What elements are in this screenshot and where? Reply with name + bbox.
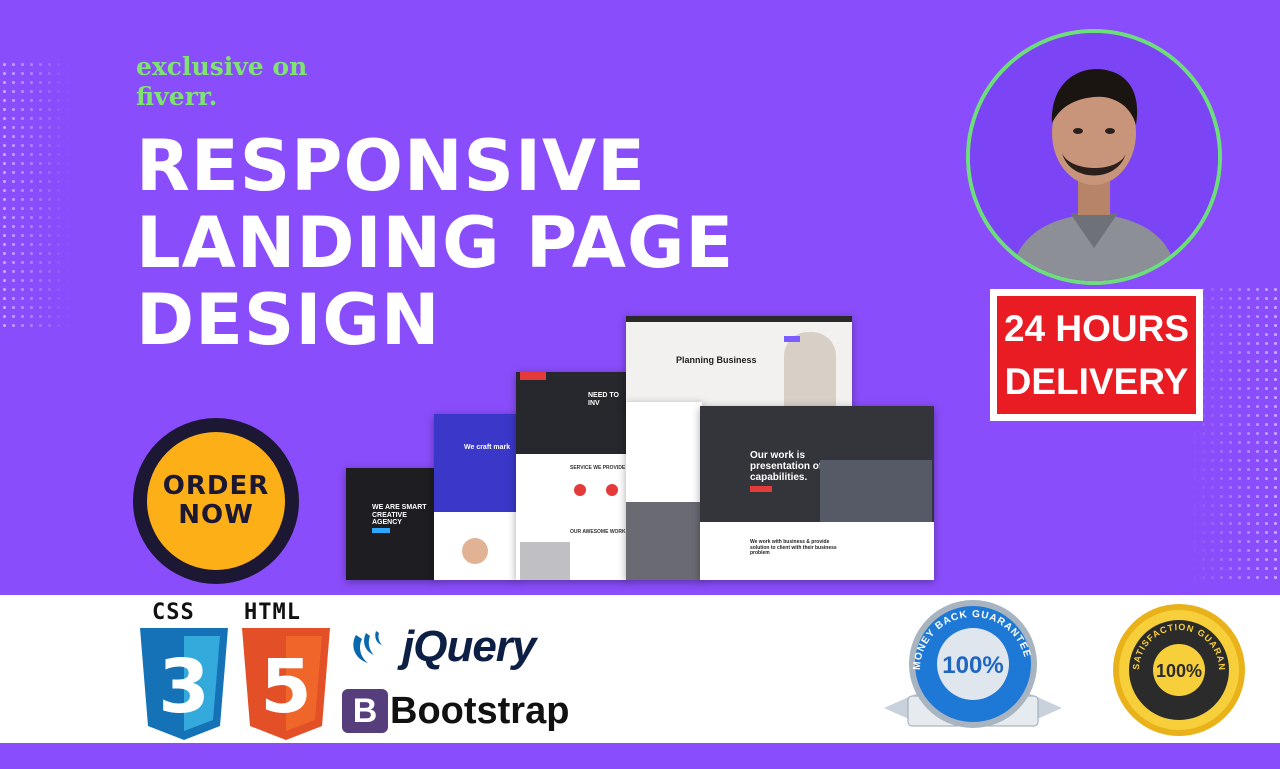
css3-number: 3 — [158, 644, 210, 730]
dot-pattern-left — [0, 60, 70, 330]
order-now-line-2: NOW — [178, 500, 254, 530]
order-now-inner: ORDER NOW — [147, 432, 285, 570]
satisfaction-seal-icon: SATISFACTION GUARANTEE 100% — [1106, 600, 1245, 736]
mockup-planning-text: Planning Business — [676, 355, 757, 365]
delivery-badge: 24 HOURS DELIVERY — [990, 289, 1203, 421]
html-label: HTML — [244, 600, 301, 625]
delivery-line-2: DELIVERY — [1004, 361, 1189, 402]
mockup-craft-text: We craft mark — [464, 444, 511, 451]
money-back-seal-icon: MONEY BACK GUARANTEE 100% — [884, 600, 1062, 728]
money-back-percent: 100% — [942, 652, 1003, 679]
person-portrait-icon — [970, 33, 1218, 281]
delivery-line-1: 24 HOURS — [1003, 308, 1190, 349]
seller-avatar — [966, 29, 1222, 285]
tagline-line-1: exclusive on — [136, 52, 308, 81]
css3-shield-icon: 3 — [140, 628, 228, 740]
hero-banner: exclusive on fiverr. RESPONSIVE LANDING … — [0, 0, 1280, 595]
html5-number: 5 — [260, 644, 312, 730]
mockup-side — [626, 402, 702, 580]
order-now-badge[interactable]: ORDER NOW — [133, 418, 299, 584]
tech-strip: CSS HTML 3 5 — [0, 595, 1280, 743]
tagline-line-2: fiverr. — [136, 82, 218, 111]
tagline: exclusive on fiverr. — [136, 52, 336, 112]
mockup-creative-text: WE ARE SMART CREATIVE AGENCY — [372, 504, 427, 527]
headline-line-1: RESPONSIVE — [136, 125, 646, 207]
css-label: CSS — [152, 600, 195, 625]
mockup-creative-agency: WE ARE SMART CREATIVE AGENCY — [346, 468, 436, 580]
mockup-awesome-text: OUR AWESOME WORK — [570, 529, 626, 535]
bootstrap-logo: B Bootstrap — [342, 689, 569, 733]
satisfaction-percent: 100% — [1156, 661, 1202, 681]
jquery-logo: jQuery — [348, 622, 536, 672]
dot-pattern-right — [1190, 285, 1280, 585]
mockup-service-text: SERVICE WE PROVIDE — [570, 465, 626, 471]
jquery-text: jQuery — [402, 622, 536, 671]
mockup-our-work: Our work is presentation of our capabili… — [700, 406, 934, 580]
headline-line-2: LANDING PAGE — [136, 202, 735, 284]
mockup-blue-agency: We craft mark — [434, 414, 518, 580]
mockup-need-text: NEED TO INV — [588, 392, 619, 407]
jquery-swirl-icon — [353, 631, 382, 663]
mockup-planning-business: Planning Business — [626, 316, 852, 408]
order-now-line-1: ORDER — [162, 471, 270, 501]
html5-shield-icon: 5 — [242, 628, 330, 740]
bottom-band — [0, 743, 1280, 769]
bootstrap-text: Bootstrap — [390, 689, 570, 732]
website-mockups: WE ARE SMART CREATIVE AGENCY We craft ma… — [340, 310, 940, 585]
mockup-work-sub: We work with business & provide solution… — [750, 539, 837, 556]
bootstrap-b-icon: B — [342, 689, 388, 733]
mockup-services: NEED TO INV SERVICE WE PROVIDE OUR AWESO… — [516, 372, 628, 580]
